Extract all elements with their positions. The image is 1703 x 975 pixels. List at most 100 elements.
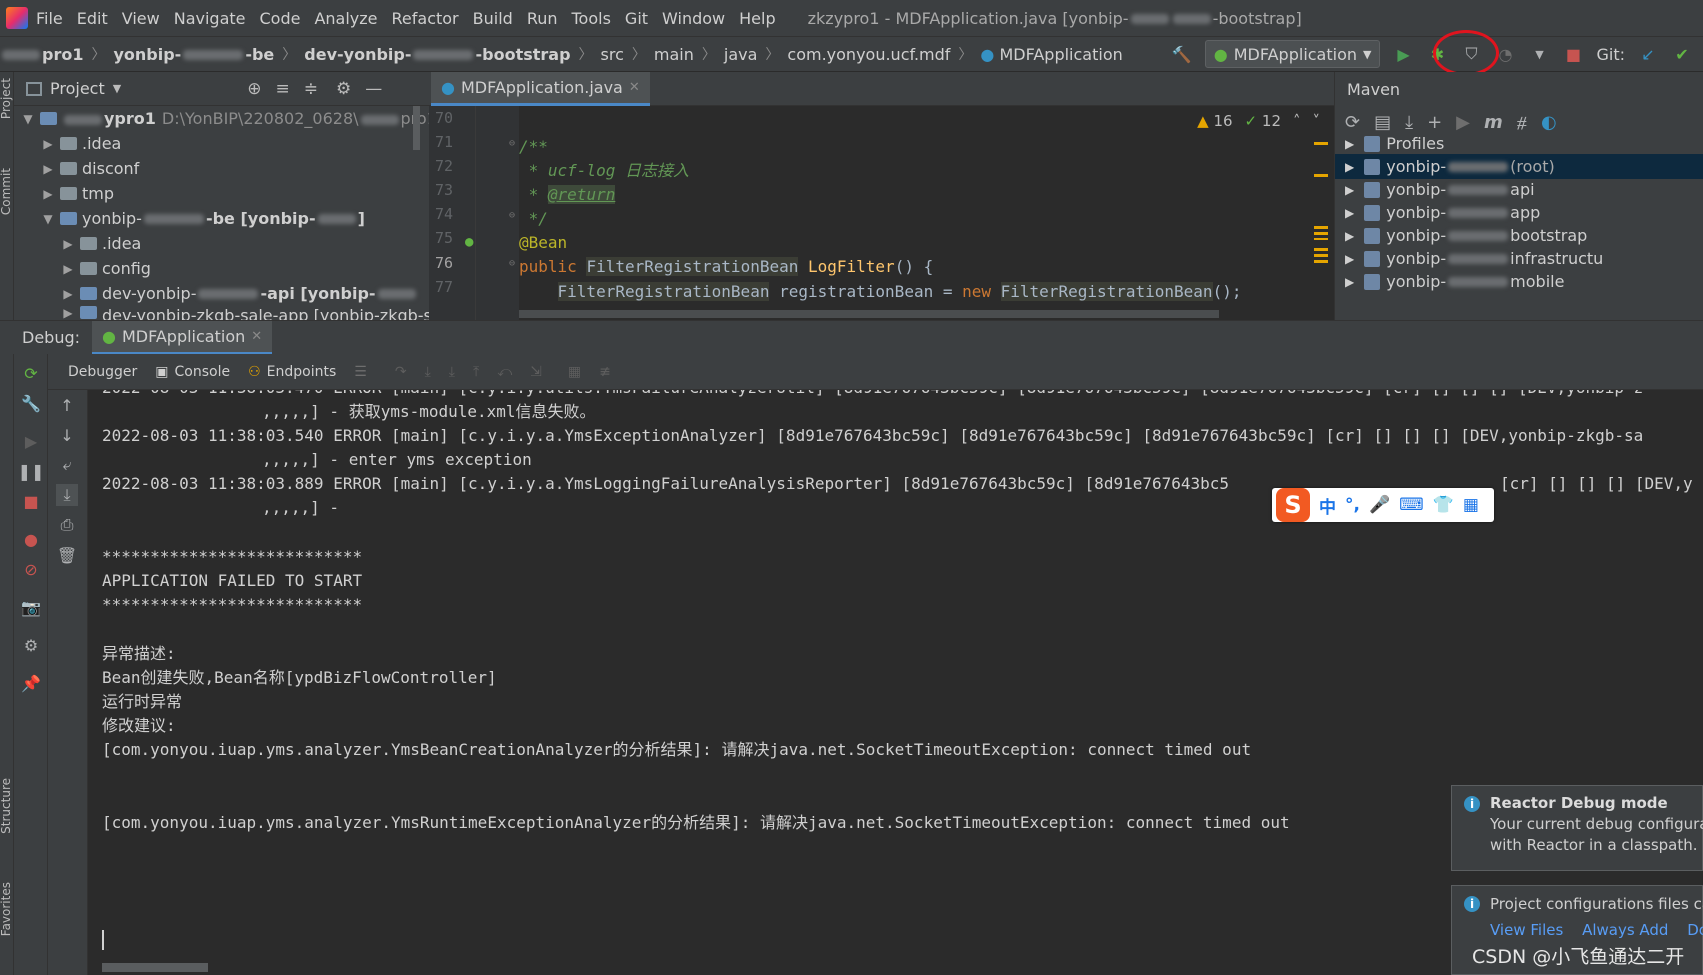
error-stripe-mark[interactable] — [1314, 174, 1328, 177]
breadcrumb-project[interactable]: pro1 — [0, 45, 83, 64]
more-run-icon[interactable]: ▼ — [1528, 43, 1550, 65]
step-out-icon[interactable]: ⤒ — [473, 364, 479, 380]
stop-icon[interactable]: ■ — [1562, 43, 1584, 65]
maven-item-api[interactable]: ▶ yonbip-api — [1335, 177, 1703, 202]
pause-icon[interactable]: ❚❚ — [18, 460, 45, 482]
download-icon[interactable]: ⤓ — [1405, 112, 1413, 133]
maven-item-mobile[interactable]: ▶ yonbip-mobile — [1335, 269, 1703, 294]
chevron-right-icon[interactable]: ▶ — [1345, 275, 1354, 289]
tree-item-api-module[interactable]: ▶ dev-yonbip- -api [yonbip- — [60, 281, 418, 306]
editor-hscrollbar[interactable] — [519, 310, 1219, 318]
chevron-right-icon[interactable]: ▶ — [1345, 160, 1354, 174]
favorites-tool-tab[interactable]: Favorites — [0, 882, 13, 936]
chevron-right-icon[interactable]: ▶ — [60, 306, 76, 320]
breadcrumb-class[interactable]: ● MDFApplication — [980, 45, 1122, 64]
resume-icon[interactable]: ▶ — [20, 430, 42, 452]
chevron-right-icon[interactable]: ▶ — [60, 237, 76, 251]
arrow-down-icon[interactable]: ↓ — [56, 424, 78, 446]
run-configuration-select[interactable]: ● MDFApplication ▼ — [1204, 40, 1381, 68]
code-editor[interactable]: 70 71 72 73 74 75 76 77 ● ⊖ ⊖ ⊖ /** * uc… — [429, 106, 1334, 320]
trash-icon[interactable]: 🗑 — [56, 544, 78, 566]
camera-icon[interactable]: 📷 — [20, 596, 42, 618]
maven-item-bootstrap[interactable]: ▶ yonbip-bootstrap — [1335, 223, 1703, 248]
print-icon[interactable]: ⎙ — [56, 514, 78, 536]
tree-item-idea[interactable]: ▶ .idea — [40, 131, 121, 156]
maven-item-root[interactable]: ▶ yonbip- (root) — [1335, 154, 1703, 179]
stop-icon[interactable]: ■ — [20, 490, 42, 512]
menu-run[interactable]: Run — [527, 9, 558, 28]
tree-item-be-config[interactable]: ▶ config — [60, 256, 151, 281]
run-icon[interactable]: ▶ — [1392, 43, 1414, 65]
chevron-right-icon[interactable]: ▶ — [1345, 206, 1354, 220]
chevron-right-icon[interactable]: ▶ — [1345, 229, 1354, 243]
menu-tools[interactable]: Tools — [572, 9, 611, 28]
tree-item-tmp[interactable]: ▶ tmp — [40, 181, 114, 206]
breadcrumb-bootstrap-module[interactable]: dev-yonbip- -bootstrap — [304, 45, 570, 64]
breadcrumb-src[interactable]: src — [601, 45, 624, 64]
git-commit-icon[interactable]: ✔ — [1671, 43, 1693, 65]
menu-code[interactable]: Code — [260, 9, 301, 28]
collapse-all-icon[interactable]: ≑ — [304, 79, 318, 99]
tree-item-disconf[interactable]: ▶ disconf — [40, 156, 139, 181]
chevron-down-icon[interactable]: ▼ — [113, 82, 121, 95]
menu-file[interactable]: File — [36, 9, 63, 28]
menu-refactor[interactable]: Refactor — [392, 9, 459, 28]
menu-analyze[interactable]: Analyze — [314, 9, 377, 28]
project-tool-tab[interactable]: Project — [0, 78, 13, 119]
breadcrumb-be-module[interactable]: yonbip- -be — [113, 45, 274, 64]
ime-menu-icon[interactable]: ▦ — [1463, 495, 1479, 515]
spring-bean-gutter-icon[interactable]: ● — [465, 234, 473, 250]
close-icon[interactable]: ✕ — [251, 329, 262, 344]
keyboard-icon[interactable]: ⌨ — [1399, 495, 1424, 515]
fold-icon[interactable]: ⊖ — [509, 258, 515, 269]
gear-icon[interactable]: ⚙ — [20, 634, 42, 656]
chevron-right-icon[interactable]: ▶ — [40, 162, 56, 176]
menu-window[interactable]: Window — [662, 9, 725, 28]
skin-icon[interactable]: 👕 — [1433, 495, 1454, 515]
expand-all-icon[interactable]: ≡ — [275, 79, 289, 99]
chevron-right-icon[interactable]: ▶ — [1345, 252, 1354, 266]
add-project-icon[interactable]: ▤ — [1374, 112, 1391, 133]
error-stripe-mark[interactable] — [1314, 248, 1328, 266]
project-scrollbar[interactable] — [413, 106, 420, 150]
dont-link[interactable]: Do — [1687, 921, 1703, 939]
chevron-right-icon[interactable]: ▶ — [1345, 137, 1354, 151]
toggle-offline-icon[interactable]: ⧣ — [1517, 112, 1527, 133]
scroll-to-end-icon[interactable]: ⤓ — [56, 484, 78, 506]
debug-session-tab[interactable]: ● MDFApplication ✕ — [92, 320, 273, 355]
threads-icon[interactable]: ☰ — [354, 364, 367, 380]
mute-breakpoints-icon[interactable]: ⊘ — [20, 558, 42, 580]
tab-debugger[interactable]: Debugger — [68, 364, 137, 380]
tab-console[interactable]: ▣ Console — [155, 364, 230, 380]
breadcrumb-main[interactable]: main — [654, 45, 694, 64]
wrench-icon[interactable]: 🔧 — [20, 392, 42, 414]
build-hammer-icon[interactable]: 🔨 — [1171, 43, 1193, 65]
chevron-right-icon[interactable]: ▶ — [1345, 183, 1354, 197]
run-to-cursor-icon[interactable]: ⇲ — [530, 364, 542, 380]
error-stripe-mark[interactable] — [1314, 226, 1328, 240]
always-add-link[interactable]: Always Add — [1582, 921, 1668, 939]
inspection-widget[interactable]: ▲ 16 ✓ 12 ˄ ˅ — [1197, 112, 1320, 130]
breadcrumb-package[interactable]: com.yonyou.ucf.mdf — [787, 45, 950, 64]
ime-punctuation-toggle[interactable]: °, — [1345, 495, 1360, 515]
menu-build[interactable]: Build — [473, 9, 513, 28]
tree-item-root[interactable]: ▼ ypro1 D:\YonBIP\220802_0628\pro1 — [20, 106, 437, 131]
tab-endpoints[interactable]: ⚇ Endpoints — [248, 364, 336, 380]
reload-icon[interactable]: ⟳ — [1345, 112, 1360, 133]
view-breakpoints-icon[interactable]: ● — [20, 528, 42, 550]
fold-icon[interactable]: ⊖ — [509, 138, 515, 149]
reactor-debug-notification[interactable]: i Reactor Debug mode Your current debug … — [1451, 785, 1703, 871]
gear-icon[interactable]: ⚙ — [336, 79, 351, 99]
chevron-down-icon[interactable]: ▼ — [20, 112, 36, 126]
console-hscrollbar[interactable] — [102, 963, 208, 972]
breadcrumb-java[interactable]: java — [724, 45, 758, 64]
ime-language-toggle[interactable]: 中 — [1319, 493, 1336, 518]
structure-tool-tab[interactable]: Structure — [0, 778, 13, 834]
trace-icon[interactable]: ≢ — [599, 364, 611, 380]
close-icon[interactable]: ✕ — [629, 80, 640, 95]
run-icon[interactable]: ▶ — [1456, 112, 1470, 133]
maven-goal-icon[interactable]: m — [1484, 112, 1503, 133]
rerun-icon[interactable]: ⟳ — [20, 362, 42, 384]
chevron-up-icon[interactable]: ˄ — [1293, 112, 1301, 130]
maven-item-app[interactable]: ▶ yonbip-app — [1335, 200, 1703, 225]
